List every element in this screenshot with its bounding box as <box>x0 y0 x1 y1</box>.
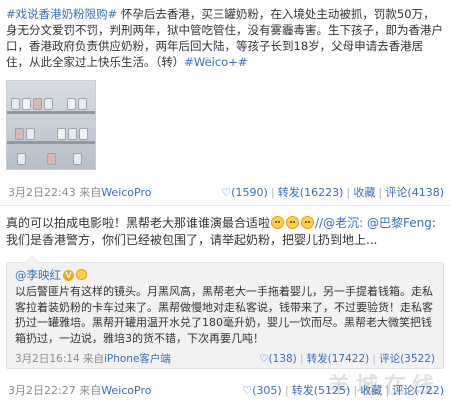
milk-can <box>33 98 42 110</box>
source-prefix: 来自 <box>79 384 102 397</box>
source-prefix: 来自 <box>79 186 102 199</box>
weico-tag-link[interactable]: #Weico+# <box>184 55 247 69</box>
post-1-source[interactable]: WeicoPro <box>101 186 151 199</box>
like-icon[interactable]: ♡ <box>259 353 268 365</box>
quote-text: 以后警匪片有这样的镜头。月黑风高，黑帮老大一手拖着婴儿，另一手提着钱箱。走私客拉… <box>15 285 433 345</box>
mention-link[interactable]: @巴黎Feng <box>367 216 432 230</box>
quote-time[interactable]: 3月2日16:14 <box>15 353 80 365</box>
post-1-time[interactable]: 3月2日22:43 <box>8 186 76 199</box>
post-1-image[interactable] <box>6 80 96 170</box>
mention-link[interactable]: //@老沉: <box>315 216 363 230</box>
quote-author-link[interactable]: @李映红 <box>15 268 61 282</box>
milk-can <box>47 153 56 165</box>
verified-icon: V <box>63 270 74 281</box>
member-icon <box>76 269 87 280</box>
milk-can <box>11 98 20 110</box>
milk-can <box>78 98 87 110</box>
quote-arrow <box>26 257 38 263</box>
emoji-icon <box>301 216 315 229</box>
quoted-post: @李映红 V 以后警匪片有这样的镜头。月黑风高，黑帮老大一手拖着婴儿，另一手提着钱… <box>6 256 444 369</box>
milk-can <box>26 128 35 140</box>
shelf-line <box>7 111 95 114</box>
source-prefix: 来自 <box>82 353 104 365</box>
milk-can <box>15 128 24 140</box>
quote-source[interactable]: iPhone客户端 <box>104 353 171 365</box>
divider-bar: | <box>284 384 289 397</box>
post-1-fav[interactable]: 收藏 <box>353 186 375 199</box>
emoji-icon <box>271 216 285 229</box>
milk-can <box>67 98 76 110</box>
divider-bar: | <box>378 186 383 199</box>
post-1-meta: 3月2日22:43 来自WeicoPro ♡(1590) | 转发(16223) | 收… <box>6 182 444 200</box>
post-2-body: 真的可以拍成电影啦！黑帮老大那谁谁演最合适啦 <box>6 216 271 230</box>
post-1-text: #戏说香港奶粉限购# 怀孕后去香港，买三罐奶粉，在入境处主动被抓，罚款50万，身… <box>6 6 446 70</box>
quote-likes[interactable]: (138) <box>269 353 297 365</box>
post-2-likes[interactable]: (305) <box>252 384 282 397</box>
post-divider <box>0 205 450 206</box>
hashtag-link[interactable]: #戏说香港奶粉限购# <box>6 7 117 21</box>
quote-author-row: @李映红 V <box>15 267 87 283</box>
divider-bar: | <box>372 353 377 365</box>
watermark-logo: 羊城在线 <box>327 374 440 399</box>
milk-can <box>22 98 31 110</box>
like-icon[interactable]: ♡ <box>221 186 231 199</box>
shelf-line <box>7 141 95 144</box>
milk-can <box>44 98 53 110</box>
milk-can <box>79 128 88 140</box>
milk-can <box>68 128 77 140</box>
quote-meta: 3月2日16:14 来自iPhone客户端 ♡(138) | 转发(17422) | 评… <box>15 351 435 365</box>
milk-can <box>17 153 26 165</box>
quote-comments[interactable]: 评论(3522) <box>379 353 435 365</box>
post-2-time[interactable]: 3月2日22:27 <box>8 384 76 397</box>
emoji-icon <box>286 216 300 229</box>
post-2-text: 真的可以拍成电影啦！黑帮老大那谁谁演最合适啦//@老沉: @巴黎Feng:我们是… <box>6 215 446 249</box>
post-2-source[interactable]: WeicoPro <box>101 384 151 397</box>
post-1-comments[interactable]: 评论(4138) <box>385 186 444 199</box>
post-1-likes[interactable]: (1590) <box>231 186 268 199</box>
divider-bar: | <box>299 353 304 365</box>
post-1-repost[interactable]: 转发(16223) <box>278 186 344 199</box>
like-icon[interactable]: ♡ <box>242 384 252 397</box>
milk-can <box>57 128 66 140</box>
milk-can <box>73 153 82 165</box>
divider-bar: | <box>270 186 275 199</box>
divider-bar: | <box>346 186 351 199</box>
quote-repost[interactable]: 转发(17422) <box>307 353 370 365</box>
